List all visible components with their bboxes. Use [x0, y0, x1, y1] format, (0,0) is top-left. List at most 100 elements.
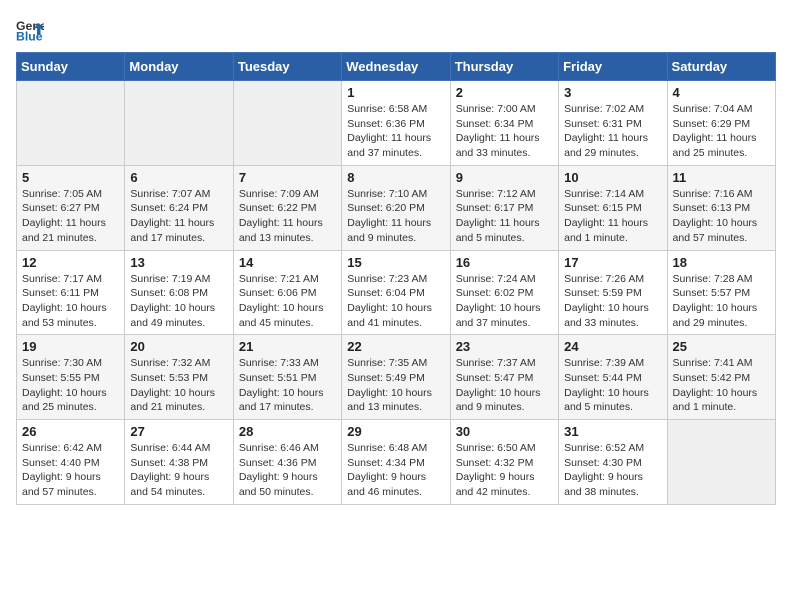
day-header-thursday: Thursday — [450, 53, 558, 81]
day-info: Sunrise: 7:02 AM Sunset: 6:31 PM Dayligh… — [564, 102, 661, 161]
day-number: 19 — [22, 339, 119, 354]
day-number: 3 — [564, 85, 661, 100]
day-number: 2 — [456, 85, 553, 100]
day-info: Sunrise: 7:23 AM Sunset: 6:04 PM Dayligh… — [347, 272, 444, 331]
day-number: 7 — [239, 170, 336, 185]
calendar-day-5: 5 Sunrise: 7:05 AM Sunset: 6:27 PM Daylig… — [17, 165, 125, 250]
day-number: 20 — [130, 339, 227, 354]
calendar-day-7: 7 Sunrise: 7:09 AM Sunset: 6:22 PM Daylig… — [233, 165, 341, 250]
page-header: General Blue — [16, 16, 776, 44]
day-info: Sunrise: 7:12 AM Sunset: 6:17 PM Dayligh… — [456, 187, 553, 246]
calendar-day-27: 27 Sunrise: 6:44 AM Sunset: 4:38 PM Dayli… — [125, 420, 233, 505]
day-number: 23 — [456, 339, 553, 354]
day-info: Sunrise: 7:33 AM Sunset: 5:51 PM Dayligh… — [239, 356, 336, 415]
calendar-week-row: 26 Sunrise: 6:42 AM Sunset: 4:40 PM Dayli… — [17, 420, 776, 505]
calendar-empty-cell — [667, 420, 775, 505]
calendar-week-row: 5 Sunrise: 7:05 AM Sunset: 6:27 PM Daylig… — [17, 165, 776, 250]
calendar-day-2: 2 Sunrise: 7:00 AM Sunset: 6:34 PM Daylig… — [450, 81, 558, 166]
calendar-day-13: 13 Sunrise: 7:19 AM Sunset: 6:08 PM Dayli… — [125, 250, 233, 335]
calendar-day-6: 6 Sunrise: 7:07 AM Sunset: 6:24 PM Daylig… — [125, 165, 233, 250]
day-number: 9 — [456, 170, 553, 185]
day-number: 16 — [456, 255, 553, 270]
calendar-day-30: 30Sunrise: 6:50 AM Sunset: 4:32 PM Dayli… — [450, 420, 558, 505]
day-header-wednesday: Wednesday — [342, 53, 450, 81]
calendar-table: SundayMondayTuesdayWednesdayThursdayFrid… — [16, 52, 776, 505]
calendar-header-row: SundayMondayTuesdayWednesdayThursdayFrid… — [17, 53, 776, 81]
day-info: Sunrise: 6:44 AM Sunset: 4:38 PM Dayligh… — [130, 441, 227, 500]
calendar-day-23: 23 Sunrise: 7:37 AM Sunset: 5:47 PM Dayli… — [450, 335, 558, 420]
calendar-day-25: 25Sunrise: 7:41 AM Sunset: 5:42 PM Dayli… — [667, 335, 775, 420]
day-number: 4 — [673, 85, 770, 100]
day-number: 26 — [22, 424, 119, 439]
day-info: Sunrise: 7:00 AM Sunset: 6:34 PM Dayligh… — [456, 102, 553, 161]
calendar-day-21: 21 Sunrise: 7:33 AM Sunset: 5:51 PM Dayli… — [233, 335, 341, 420]
day-header-saturday: Saturday — [667, 53, 775, 81]
day-info: Sunrise: 7:30 AM Sunset: 5:55 PM Dayligh… — [22, 356, 119, 415]
day-number: 8 — [347, 170, 444, 185]
day-info: Sunrise: 7:32 AM Sunset: 5:53 PM Dayligh… — [130, 356, 227, 415]
day-number: 24 — [564, 339, 661, 354]
day-info: Sunrise: 7:41 AM Sunset: 5:42 PM Dayligh… — [673, 356, 770, 415]
day-info: Sunrise: 7:37 AM Sunset: 5:47 PM Dayligh… — [456, 356, 553, 415]
day-info: Sunrise: 7:05 AM Sunset: 6:27 PM Dayligh… — [22, 187, 119, 246]
day-header-tuesday: Tuesday — [233, 53, 341, 81]
day-info: Sunrise: 7:04 AM Sunset: 6:29 PM Dayligh… — [673, 102, 770, 161]
calendar-day-15: 15 Sunrise: 7:23 AM Sunset: 6:04 PM Dayli… — [342, 250, 450, 335]
day-number: 30 — [456, 424, 553, 439]
day-info: Sunrise: 6:48 AM Sunset: 4:34 PM Dayligh… — [347, 441, 444, 500]
day-info: Sunrise: 7:09 AM Sunset: 6:22 PM Dayligh… — [239, 187, 336, 246]
day-info: Sunrise: 7:24 AM Sunset: 6:02 PM Dayligh… — [456, 272, 553, 331]
day-number: 14 — [239, 255, 336, 270]
calendar-day-8: 8 Sunrise: 7:10 AM Sunset: 6:20 PM Daylig… — [342, 165, 450, 250]
day-number: 29 — [347, 424, 444, 439]
day-number: 1 — [347, 85, 444, 100]
logo: General Blue — [16, 16, 48, 44]
day-info: Sunrise: 6:58 AM Sunset: 6:36 PM Dayligh… — [347, 102, 444, 161]
day-info: Sunrise: 7:17 AM Sunset: 6:11 PM Dayligh… — [22, 272, 119, 331]
day-number: 21 — [239, 339, 336, 354]
calendar-day-19: 19 Sunrise: 7:30 AM Sunset: 5:55 PM Dayli… — [17, 335, 125, 420]
day-number: 27 — [130, 424, 227, 439]
calendar-week-row: 19 Sunrise: 7:30 AM Sunset: 5:55 PM Dayli… — [17, 335, 776, 420]
day-info: Sunrise: 6:42 AM Sunset: 4:40 PM Dayligh… — [22, 441, 119, 500]
calendar-day-10: 10 Sunrise: 7:14 AM Sunset: 6:15 PM Dayli… — [559, 165, 667, 250]
day-number: 5 — [22, 170, 119, 185]
calendar-day-3: 3 Sunrise: 7:02 AM Sunset: 6:31 PM Daylig… — [559, 81, 667, 166]
day-info: Sunrise: 7:14 AM Sunset: 6:15 PM Dayligh… — [564, 187, 661, 246]
day-info: Sunrise: 7:28 AM Sunset: 5:57 PM Dayligh… — [673, 272, 770, 331]
calendar-day-17: 17Sunrise: 7:26 AM Sunset: 5:59 PM Dayli… — [559, 250, 667, 335]
day-info: Sunrise: 7:07 AM Sunset: 6:24 PM Dayligh… — [130, 187, 227, 246]
day-info: Sunrise: 6:52 AM Sunset: 4:30 PM Dayligh… — [564, 441, 661, 500]
calendar-day-12: 12Sunrise: 7:17 AM Sunset: 6:11 PM Dayli… — [17, 250, 125, 335]
calendar-day-9: 9 Sunrise: 7:12 AM Sunset: 6:17 PM Daylig… — [450, 165, 558, 250]
day-number: 6 — [130, 170, 227, 185]
calendar-day-11: 11Sunrise: 7:16 AM Sunset: 6:13 PM Dayli… — [667, 165, 775, 250]
calendar-empty-cell — [17, 81, 125, 166]
day-info: Sunrise: 7:35 AM Sunset: 5:49 PM Dayligh… — [347, 356, 444, 415]
calendar-empty-cell — [125, 81, 233, 166]
day-info: Sunrise: 7:19 AM Sunset: 6:08 PM Dayligh… — [130, 272, 227, 331]
calendar-empty-cell — [233, 81, 341, 166]
day-header-friday: Friday — [559, 53, 667, 81]
day-info: Sunrise: 7:21 AM Sunset: 6:06 PM Dayligh… — [239, 272, 336, 331]
day-number: 15 — [347, 255, 444, 270]
day-info: Sunrise: 7:10 AM Sunset: 6:20 PM Dayligh… — [347, 187, 444, 246]
calendar-day-4: 4 Sunrise: 7:04 AM Sunset: 6:29 PM Daylig… — [667, 81, 775, 166]
day-number: 18 — [673, 255, 770, 270]
calendar-day-31: 31 Sunrise: 6:52 AM Sunset: 4:30 PM Dayli… — [559, 420, 667, 505]
calendar-day-26: 26 Sunrise: 6:42 AM Sunset: 4:40 PM Dayli… — [17, 420, 125, 505]
day-number: 28 — [239, 424, 336, 439]
calendar-week-row: 12Sunrise: 7:17 AM Sunset: 6:11 PM Dayli… — [17, 250, 776, 335]
calendar-day-16: 16 Sunrise: 7:24 AM Sunset: 6:02 PM Dayli… — [450, 250, 558, 335]
day-number: 10 — [564, 170, 661, 185]
calendar-day-22: 22Sunrise: 7:35 AM Sunset: 5:49 PM Dayli… — [342, 335, 450, 420]
day-number: 31 — [564, 424, 661, 439]
calendar-day-29: 29 Sunrise: 6:48 AM Sunset: 4:34 PM Dayli… — [342, 420, 450, 505]
logo-icon: General Blue — [16, 16, 44, 44]
calendar-day-24: 24Sunrise: 7:39 AM Sunset: 5:44 PM Dayli… — [559, 335, 667, 420]
day-header-monday: Monday — [125, 53, 233, 81]
calendar-day-18: 18 Sunrise: 7:28 AM Sunset: 5:57 PM Dayli… — [667, 250, 775, 335]
calendar-day-28: 28 Sunrise: 6:46 AM Sunset: 4:36 PM Dayli… — [233, 420, 341, 505]
day-info: Sunrise: 6:46 AM Sunset: 4:36 PM Dayligh… — [239, 441, 336, 500]
day-number: 13 — [130, 255, 227, 270]
